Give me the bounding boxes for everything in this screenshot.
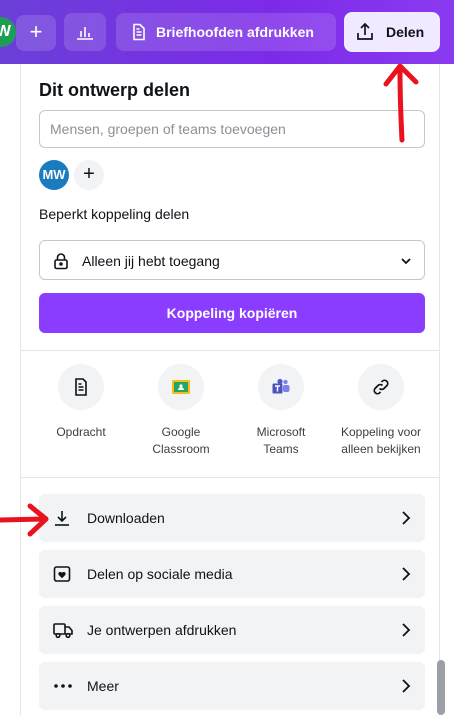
share-button[interactable]: Delen [344,12,440,52]
add-person-button[interactable]: + [74,160,104,190]
lock-icon [54,253,68,270]
owner-avatar[interactable]: MW [39,160,69,190]
more-dots-icon [54,684,72,688]
chevron-right-icon [402,623,411,637]
add-people-input[interactable] [39,110,425,148]
chevron-right-icon [402,511,411,525]
divider [21,477,439,478]
print-designs-label: Je ontwerpen afdrukken [87,622,237,638]
download-icon [55,511,69,526]
editor-topbar: W + Briefhoofden afdrukken Delen [0,0,454,64]
more-button[interactable]: Meer [39,662,425,710]
share-option-label: Opdracht [56,425,106,439]
heart-social-icon [53,566,71,582]
print-letterheads-label: Briefhoofden afdrukken [156,24,314,40]
scrollbar-track[interactable] [437,64,447,715]
chevron-right-icon [402,567,411,581]
divider [21,350,439,351]
microsoft-teams-icon [272,378,290,394]
link-icon [373,379,389,395]
chevron-down-icon [401,258,411,265]
share-option-google-classroom[interactable]: Google Classroom [132,364,230,458]
assignment-icon [75,378,87,396]
document-icon [133,23,145,41]
more-label: Meer [87,678,119,694]
share-panel: Dit ontwerp delen MW + Beperkt koppeling… [20,64,440,715]
delivery-truck-icon [53,623,73,639]
upload-share-icon [357,22,373,40]
download-label: Downloaden [87,510,165,526]
user-avatar[interactable]: W [0,17,16,47]
print-designs-button[interactable]: Je ontwerpen afdrukken [39,606,425,654]
print-letterheads-button[interactable]: Briefhoofden afdrukken [116,13,336,51]
share-option-view-only-link[interactable]: Koppeling voor alleen bekijken [332,364,430,458]
share-option-label: Koppeling voor alleen bekijken [340,425,422,456]
scrollbar-thumb[interactable] [437,660,445,715]
link-access-value: Alleen jij hebt toegang [82,253,220,269]
insights-button[interactable] [64,13,106,51]
google-classroom-icon [172,380,190,394]
link-access-label: Beperkt koppeling delen [39,206,190,222]
bar-chart-icon [77,27,93,40]
add-collaborator-button[interactable]: + [16,15,56,51]
download-button[interactable]: Downloaden [39,494,425,542]
share-option-microsoft-teams[interactable]: Microsoft Teams [232,364,330,458]
panel-title: Dit ontwerp delen [39,80,191,100]
share-label: Delen [386,24,425,40]
share-option-label: Microsoft Teams [256,425,306,456]
copy-link-button[interactable]: Koppeling kopiëren [39,293,425,333]
link-access-select[interactable]: Alleen jij hebt toegang [39,240,425,280]
share-option-assignment[interactable]: Opdracht [32,364,130,441]
share-social-media-button[interactable]: Delen op sociale media [39,550,425,598]
chevron-right-icon [402,679,411,693]
share-option-label: Google Classroom [152,425,210,456]
share-social-media-label: Delen op sociale media [87,566,233,582]
